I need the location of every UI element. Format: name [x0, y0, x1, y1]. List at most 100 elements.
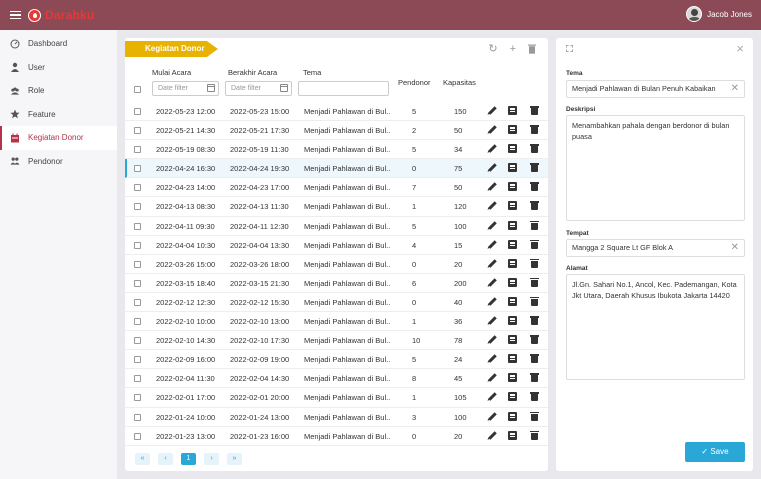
table-row[interactable]: 2022-04-23 14:00 2022-04-23 17:00 Menjadi …	[125, 178, 548, 198]
detail-icon[interactable]	[508, 182, 517, 192]
edit-icon[interactable]	[486, 295, 499, 308]
table-row[interactable]: 2022-05-19 08:30 2022-05-19 11:30 Menjadi …	[125, 140, 548, 160]
save-button[interactable]: ✓ Save	[685, 442, 745, 462]
row-checkbox[interactable]	[134, 146, 141, 154]
delete-icon[interactable]	[530, 106, 539, 115]
detail-icon[interactable]	[508, 335, 517, 345]
row-checkbox[interactable]	[134, 318, 141, 326]
column-header-berakhir[interactable]: Berakhir Acara	[228, 68, 277, 77]
delete-icon[interactable]	[530, 163, 539, 173]
row-checkbox[interactable]	[134, 184, 141, 192]
delete-icon[interactable]	[530, 201, 539, 211]
table-row[interactable]: 2022-04-11 09:30 2022-04-11 12:30 Menjadi …	[125, 217, 548, 236]
user-menu[interactable]: Jacob Jones	[686, 6, 752, 22]
detail-icon[interactable]	[508, 316, 517, 326]
sidebar-item-role[interactable]: Role	[0, 79, 117, 103]
sidebar-item-user[interactable]: User	[0, 56, 117, 80]
table-row[interactable]: 2022-05-21 14:30 2022-05-21 17:30 Menjadi …	[125, 121, 548, 141]
edit-icon[interactable]	[486, 123, 499, 136]
page-1-button[interactable]: 1	[181, 453, 196, 465]
edit-icon[interactable]	[486, 352, 499, 365]
delete-icon[interactable]	[530, 182, 539, 192]
table-row[interactable]: 2022-01-23 13:00 2022-01-23 16:00 Menjadi …	[125, 427, 548, 446]
row-checkbox[interactable]	[134, 432, 141, 440]
row-checkbox[interactable]	[134, 165, 141, 173]
delete-icon[interactable]	[530, 430, 539, 440]
last-page-button[interactable]: »	[227, 453, 242, 465]
row-checkbox[interactable]	[134, 298, 141, 306]
calendar-icon[interactable]	[280, 84, 288, 92]
detail-icon[interactable]	[508, 411, 517, 421]
delete-icon[interactable]	[530, 335, 539, 345]
detail-icon[interactable]	[508, 392, 517, 402]
add-icon[interactable]: +	[510, 43, 516, 55]
table-row[interactable]: 2022-02-12 12:30 2022-02-12 15:30 Menjadi …	[125, 293, 548, 313]
row-checkbox[interactable]	[134, 394, 141, 402]
sidebar-item-pendonor[interactable]: Pendonor	[0, 150, 117, 174]
table-row[interactable]: 2022-03-26 15:00 2022-03-26 18:00 Menjadi …	[125, 255, 548, 274]
tempat-field[interactable]: Mangga 2 Square Lt GF Blok A ✕	[566, 239, 745, 257]
refresh-icon[interactable]: ↻	[488, 43, 497, 55]
table-row[interactable]: 2022-01-24 10:00 2022-01-24 13:00 Menjadi …	[125, 408, 548, 427]
delete-icon[interactable]	[530, 316, 539, 326]
column-header-tema[interactable]: Tema	[303, 68, 321, 77]
delete-icon[interactable]	[530, 220, 539, 230]
row-checkbox[interactable]	[134, 203, 141, 211]
row-checkbox[interactable]	[134, 127, 141, 135]
edit-icon[interactable]	[486, 276, 499, 289]
delete-icon[interactable]	[528, 44, 536, 54]
edit-icon[interactable]	[486, 314, 499, 327]
row-checkbox[interactable]	[134, 337, 141, 345]
brand[interactable]: Darahku	[28, 8, 94, 22]
next-page-button[interactable]: ›	[204, 453, 219, 465]
column-header-kapasitas[interactable]: Kapasitas	[443, 78, 476, 87]
detail-icon[interactable]	[508, 201, 517, 211]
delete-icon[interactable]	[530, 296, 539, 306]
table-row[interactable]: 2022-02-10 14:30 2022-02-10 17:30 Menjadi …	[125, 331, 548, 351]
sidebar-item-dashboard[interactable]: Dashboard	[0, 32, 117, 56]
delete-icon[interactable]	[530, 125, 539, 135]
row-checkbox[interactable]	[134, 279, 141, 287]
row-checkbox[interactable]	[134, 413, 141, 421]
table-row[interactable]: 2022-02-04 11:30 2022-02-04 14:30 Menjadi …	[125, 369, 548, 389]
sidebar-item-kegiatan-donor[interactable]: Kegiatan Donor	[0, 126, 117, 150]
calendar-icon[interactable]	[207, 84, 215, 92]
expand-icon[interactable]	[566, 45, 573, 52]
table-row[interactable]: 2022-04-04 10:30 2022-04-04 13:30 Menjadi …	[125, 236, 548, 255]
clear-icon[interactable]: ✕	[731, 83, 739, 95]
edit-icon[interactable]	[486, 410, 499, 423]
table-row[interactable]: 2022-04-13 08:30 2022-04-13 11:30 Menjadi …	[125, 197, 548, 217]
tema-filter-input[interactable]	[298, 81, 389, 96]
edit-icon[interactable]	[486, 104, 499, 117]
detail-icon[interactable]	[508, 239, 517, 249]
alamat-field[interactable]: Jl.Gn. Sahari No.1, Ancol, Kec. Pademang…	[566, 274, 745, 380]
select-all-checkbox[interactable]	[134, 86, 141, 93]
tema-field[interactable]: Menjadi Pahlawan di Bulan Penuh Kabaikan…	[566, 80, 745, 98]
table-row[interactable]: 2022-04-24 16:30 2022-04-24 19:30 Menjadi …	[125, 159, 548, 179]
edit-icon[interactable]	[486, 200, 499, 213]
row-checkbox[interactable]	[134, 375, 141, 383]
table-row[interactable]: 2022-02-09 16:00 2022-02-09 19:00 Menjadi …	[125, 350, 548, 370]
detail-icon[interactable]	[508, 106, 517, 115]
row-checkbox[interactable]	[134, 108, 141, 115]
delete-icon[interactable]	[530, 277, 539, 287]
detail-icon[interactable]	[508, 277, 517, 287]
detail-icon[interactable]	[508, 144, 517, 154]
detail-icon[interactable]	[508, 258, 517, 268]
detail-icon[interactable]	[508, 125, 517, 135]
edit-icon[interactable]	[486, 142, 499, 155]
edit-icon[interactable]	[486, 161, 499, 174]
detail-icon[interactable]	[508, 296, 517, 306]
delete-icon[interactable]	[530, 373, 539, 383]
edit-icon[interactable]	[486, 429, 499, 442]
edit-icon[interactable]	[486, 219, 499, 232]
sidebar-item-feature[interactable]: Feature	[0, 103, 117, 127]
column-header-mulai[interactable]: Mulai Acara	[152, 68, 191, 77]
edit-icon[interactable]	[486, 257, 499, 270]
menu-icon[interactable]	[10, 10, 21, 20]
delete-icon[interactable]	[530, 354, 539, 364]
edit-icon[interactable]	[486, 238, 499, 251]
edit-icon[interactable]	[486, 333, 499, 346]
delete-icon[interactable]	[530, 239, 539, 249]
clear-icon[interactable]: ✕	[731, 242, 739, 254]
